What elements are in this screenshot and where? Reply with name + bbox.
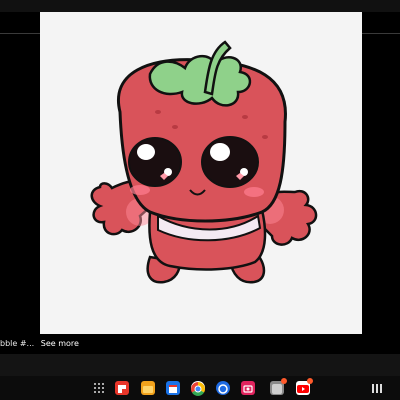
video-caption: bble #... See more xyxy=(0,337,79,351)
youtube-icon[interactable] xyxy=(296,378,313,395)
files-icon[interactable] xyxy=(141,381,155,395)
browser-icon[interactable] xyxy=(216,381,230,395)
calendar-icon[interactable] xyxy=(166,381,180,395)
taskbar xyxy=(0,376,400,400)
recent-apps-icon[interactable] xyxy=(372,384,382,393)
gallery-icon[interactable] xyxy=(241,381,255,395)
video-player[interactable] xyxy=(40,12,362,334)
caption-text: bble #... xyxy=(0,339,35,348)
all-apps-icon[interactable] xyxy=(94,383,104,393)
flipboard-icon[interactable] xyxy=(115,381,129,395)
chrome-icon[interactable] xyxy=(191,381,205,396)
top-status-bar xyxy=(0,0,400,12)
see-more-link[interactable]: See more xyxy=(41,339,79,348)
notification-badge xyxy=(307,378,313,384)
game-icon[interactable] xyxy=(270,378,287,395)
bottom-panel xyxy=(0,354,400,376)
strawberry-character-illustration xyxy=(90,40,318,284)
notification-badge xyxy=(281,378,287,384)
